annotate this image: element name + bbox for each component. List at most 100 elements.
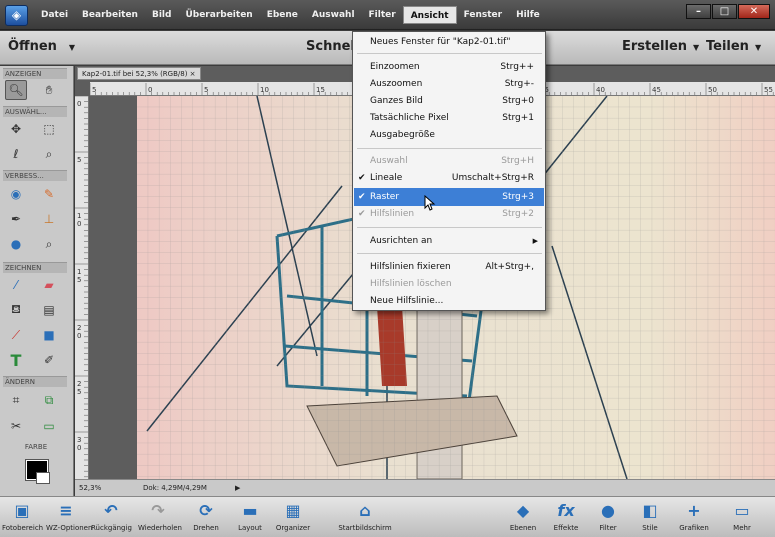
paint-bucket-tool-icon[interactable]: ⛾ — [5, 300, 27, 320]
window-controls: – □ ✕ — [685, 4, 770, 19]
menu-filter[interactable]: Filter — [362, 6, 403, 24]
filter-button[interactable]: ● Filter — [588, 499, 628, 537]
straighten-tool-icon[interactable]: ▭ — [38, 416, 60, 436]
open-label: Öffnen — [8, 39, 57, 54]
menu-item-print-size[interactable]: Ausgabegröße — [354, 126, 544, 144]
status-bar: 52,3% Dok: 4,29M/4,29M ▶ — [75, 479, 775, 496]
hand-tool-icon[interactable]: ✋︎ — [38, 80, 60, 100]
close-button[interactable]: ✕ — [738, 4, 770, 19]
eyedropper-tool-icon[interactable]: ⟋ — [5, 325, 27, 345]
menu-item-label: Hilfslinien löschen — [370, 279, 452, 289]
marquee-tool-icon[interactable]: ⬚ — [38, 119, 60, 139]
organizer-button[interactable]: ▦ Organizer — [273, 499, 313, 537]
tool-options-icon: ≡ — [59, 501, 73, 520]
menu-item-new-guide[interactable]: Neue Hilfslinie... — [354, 292, 544, 310]
styles-button[interactable]: ◧ Stile — [630, 499, 670, 537]
layout-button[interactable]: ▬ Layout — [230, 499, 270, 537]
smart-brush-tool-icon[interactable]: ✒ — [5, 209, 27, 229]
type-tool-icon[interactable]: T — [5, 350, 27, 370]
lasso-tool-icon[interactable]: ℓ — [5, 144, 27, 164]
crop-tool-icon[interactable]: ⌗ — [5, 390, 27, 410]
open-button[interactable]: Öffnen ▼ — [8, 39, 75, 54]
move-tool-icon[interactable]: ✥ — [5, 119, 27, 139]
blur-tool-icon[interactable]: ● — [5, 234, 27, 254]
menu-item-rulers[interactable]: ✔ Lineale Umschalt+Strg+R — [354, 169, 544, 187]
graphics-button[interactable]: + Grafiken — [674, 499, 714, 537]
home-screen-button[interactable]: ⌂ Startbildschirm — [330, 499, 400, 537]
menu-item-label: Einzoomen — [370, 62, 420, 72]
background-color-swatch[interactable] — [36, 472, 50, 484]
red-eye-tool-icon[interactable]: ◉ — [5, 184, 27, 204]
menu-item-new-window[interactable]: Neues Fenster für "Kap2-01.tif" — [354, 33, 544, 51]
menu-item-selection[interactable]: Auswahl Strg+H — [354, 152, 544, 170]
menu-item-clear-guides[interactable]: Hilfslinien löschen — [354, 275, 544, 293]
zoom-tool-icon[interactable]: 🔍︎ — [5, 80, 27, 100]
menu-item-shortcut: Strg+- — [504, 79, 534, 89]
document-tab[interactable]: Kap2-01.tif bei 52,3% (RGB/8) × — [77, 67, 201, 80]
menu-ebene[interactable]: Ebene — [260, 6, 305, 24]
section-modify: ÄNDERN — [3, 376, 67, 387]
close-tab-icon[interactable]: × — [190, 70, 196, 78]
gradient-tool-icon[interactable]: ▤ — [38, 300, 60, 320]
layout-label: Layout — [238, 524, 262, 532]
ruler-label: 1 — [77, 268, 81, 276]
filter-label: Filter — [599, 524, 617, 532]
minimize-button[interactable]: – — [686, 4, 711, 19]
menu-ueberarbeiten[interactable]: Überarbeiten — [178, 6, 259, 24]
ruler-label: 50 — [708, 86, 717, 94]
ruler-label: 5 — [77, 276, 81, 284]
maximize-button[interactable]: □ — [712, 4, 737, 19]
menu-item-label: Auswahl — [370, 156, 408, 166]
rotate-button[interactable]: ⟳ Drehen — [186, 499, 226, 537]
menu-item-shortcut: Strg++ — [500, 62, 534, 72]
menu-item-lock-guides[interactable]: Hilfslinien fixieren Alt+Strg+, — [354, 258, 544, 276]
more-icon: ▭ — [734, 501, 750, 520]
sponge-tool-icon[interactable]: ⌕ — [38, 234, 60, 254]
zoom-readout[interactable]: 52,3% — [79, 484, 101, 492]
shape-tool-icon[interactable]: ■ — [38, 325, 60, 345]
ruler-label: 1 — [77, 212, 81, 220]
task-bar: ▣ Fotobereich ≡ WZ-Optionen ↶ Rückgängig ↷ W… — [0, 496, 775, 537]
app-logo-icon[interactable]: ◈ — [5, 5, 28, 26]
ruler-label: 0 — [148, 86, 152, 94]
clone-stamp-tool-icon[interactable]: ⊥ — [38, 209, 60, 229]
menu-item-zoom-out[interactable]: Auszoomen Strg+- — [354, 75, 544, 93]
redo-icon: ↷ — [151, 501, 165, 520]
home-screen-label: Startbildschirm — [338, 524, 392, 532]
menu-datei[interactable]: Datei — [34, 6, 75, 24]
eraser-tool-icon[interactable]: ▰ — [38, 275, 60, 295]
layers-button[interactable]: ◆ Ebenen — [503, 499, 543, 537]
pencil-tool-icon[interactable]: ✐ — [38, 350, 60, 370]
menu-ansicht[interactable]: Ansicht — [402, 6, 457, 24]
content-aware-move-tool-icon[interactable]: ✂ — [5, 416, 27, 436]
menu-bearbeiten[interactable]: Bearbeiten — [75, 6, 145, 24]
more-button[interactable]: ▭ Mehr — [722, 499, 762, 537]
tool-options-button[interactable]: ≡ WZ-Optionen — [46, 499, 92, 537]
menu-item-snap-to[interactable]: Ausrichten an ▶ — [354, 232, 544, 250]
menu-item-actual-pixels[interactable]: Tatsächliche Pixel Strg+1 — [354, 109, 544, 127]
photo-bin-button[interactable]: ▣ Fotobereich — [2, 499, 43, 537]
quick-select-tool-icon[interactable]: ⌕ — [38, 144, 60, 164]
redo-button[interactable]: ↷ Wiederholen — [138, 499, 182, 537]
share-button[interactable]: Teilen ▼ — [706, 39, 761, 54]
menu-item-grid[interactable]: ✔ Raster Strg+3 — [354, 188, 544, 206]
undo-button[interactable]: ↶ Rückgängig — [91, 499, 132, 537]
ruler-label: 0 — [77, 220, 81, 228]
menu-item-zoom-in[interactable]: Einzoomen Strg++ — [354, 58, 544, 76]
recompose-tool-icon[interactable]: ⧉ — [38, 390, 60, 410]
spot-healing-tool-icon[interactable]: ✎ — [38, 184, 60, 204]
menu-separator — [357, 53, 542, 54]
menu-fenster[interactable]: Fenster — [457, 6, 510, 24]
create-button[interactable]: Erstellen ▼ — [622, 39, 699, 54]
ruler-label: 0 — [77, 100, 81, 108]
menu-item-label: Neue Hilfslinie... — [370, 296, 444, 306]
brush-tool-icon[interactable]: ⁄ — [5, 275, 27, 295]
menu-item-fit-screen[interactable]: Ganzes Bild Strg+0 — [354, 92, 544, 110]
menu-hilfe[interactable]: Hilfe — [509, 6, 547, 24]
effects-button[interactable]: fx Effekte — [546, 499, 586, 537]
checkmark-icon: ✔ — [358, 173, 366, 183]
status-arrow-icon[interactable]: ▶ — [235, 484, 240, 492]
menu-bild[interactable]: Bild — [145, 6, 178, 24]
menu-auswahl[interactable]: Auswahl — [305, 6, 362, 24]
menu-item-guides[interactable]: ✔ Hilfslinien Strg+2 — [354, 205, 544, 223]
